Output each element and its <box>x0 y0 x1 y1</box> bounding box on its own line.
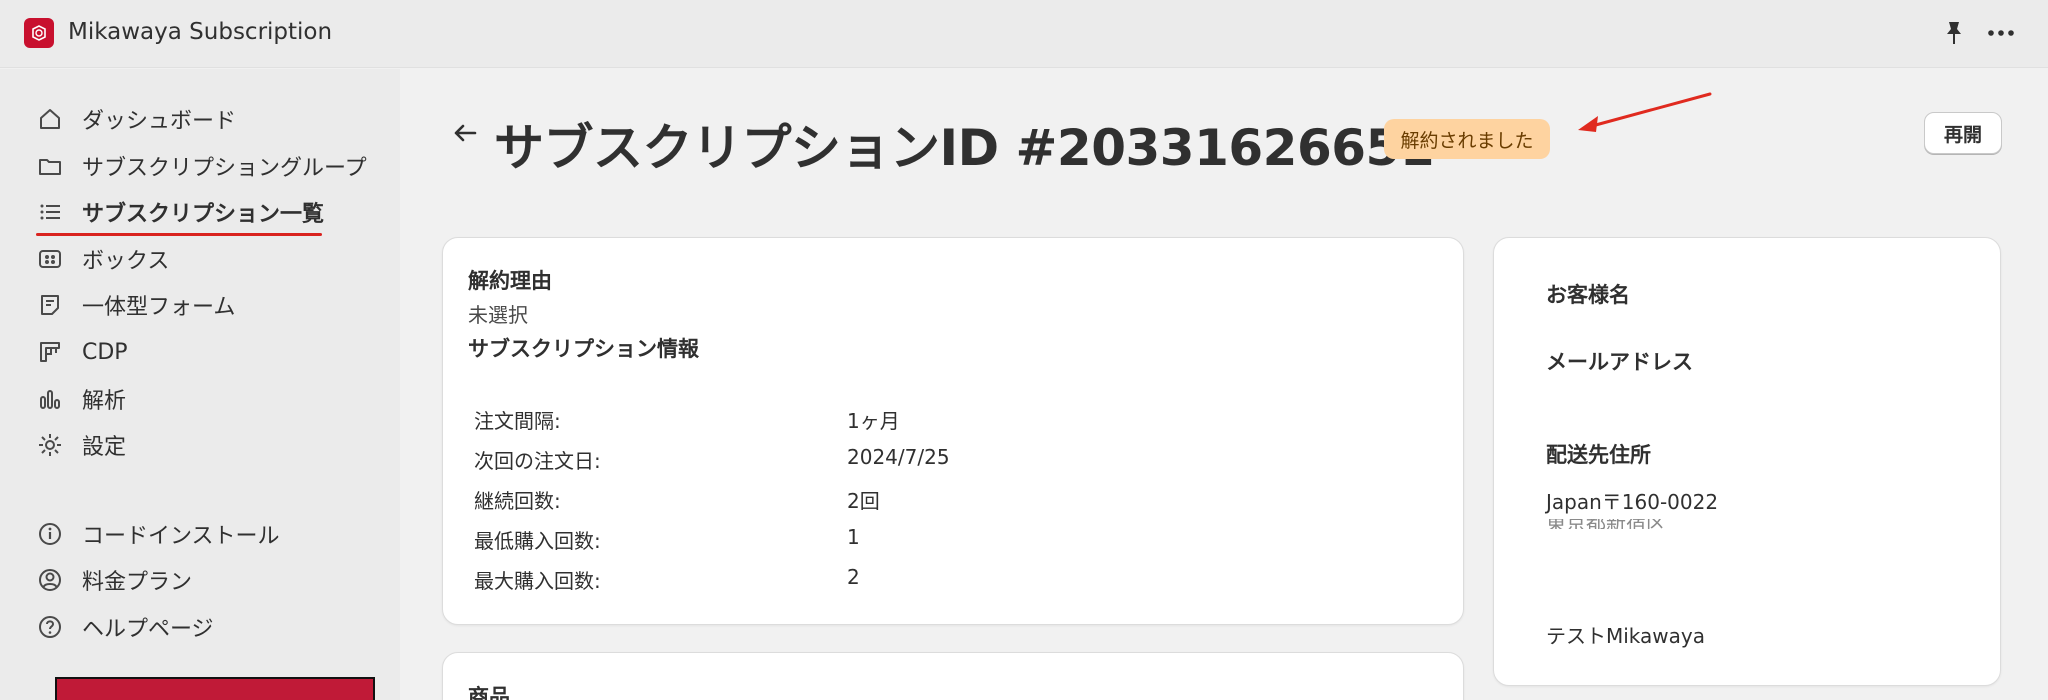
more-options-icon[interactable] <box>1986 20 2016 46</box>
detail-value: 2024/7/25 <box>847 445 950 469</box>
detail-value: 1 <box>847 525 860 549</box>
sidebar-item-analytics[interactable]: 解析 <box>36 379 126 419</box>
address-line-2-cropped: 東京都新宿区 <box>1546 519 1726 529</box>
sidebar-item-subscription-list[interactable]: サブスクリプション一覧 <box>36 192 324 232</box>
top-bar: Mikawaya Subscription <box>0 0 2048 68</box>
annotation-arrow-icon <box>1578 92 1712 132</box>
home-icon <box>36 105 64 133</box>
sidebar-item-form[interactable]: 一体型フォーム <box>36 285 235 325</box>
sidebar-item-box[interactable]: ボックス <box>36 239 169 279</box>
sidebar-item-label: サブスクリプショングループ <box>82 156 367 181</box>
gear-icon <box>36 431 64 459</box>
person-circle-icon <box>36 566 64 594</box>
detail-value: 2 <box>847 565 860 589</box>
sidebar-item-label: サブスクリプション一覧 <box>82 202 325 227</box>
product-heading: 商品 <box>468 685 510 700</box>
info-icon <box>36 520 64 548</box>
address-line-1: Japan〒160-0022 <box>1546 490 1719 514</box>
subscription-info-card: 解約理由 未選択 サブスクリプション情報 注文間隔: 1ヶ月 次回の注文日: 2… <box>442 237 1464 625</box>
active-nav-underline <box>36 233 322 236</box>
back-arrow-icon[interactable] <box>450 118 480 148</box>
app-logo-icon <box>24 18 54 48</box>
product-card: 商品 <box>442 652 1464 700</box>
subscription-info-heading: サブスクリプション情報 <box>468 337 699 361</box>
detail-label: 次回の注文日: <box>474 449 601 473</box>
pin-icon[interactable] <box>1942 20 1966 46</box>
customer-name-value: テストMikawaya <box>1546 624 1706 648</box>
bar-chart-icon <box>36 385 64 413</box>
page-title: サブスクリプションID #20331626651 <box>494 119 1435 177</box>
sidebar-item-code-install[interactable]: コードインストール <box>36 514 280 554</box>
sidebar-item-settings[interactable]: 設定 <box>36 425 126 465</box>
customer-card: お客様名 メールアドレス 配送先住所 Japan〒160-0022 東京都新宿区… <box>1493 237 2001 686</box>
sidebar-item-subscription-groups[interactable]: サブスクリプショングループ <box>36 146 367 186</box>
cancel-reason-heading: 解約理由 <box>468 269 552 293</box>
resume-button[interactable]: 再開 <box>1924 112 2002 154</box>
list-icon <box>36 198 64 226</box>
sidebar-item-pricing-plan[interactable]: 料金プラン <box>36 560 192 600</box>
box-icon <box>36 245 64 273</box>
sidebar-item-label: 解析 <box>82 389 127 414</box>
detail-value: 2回 <box>847 489 880 513</box>
sidebar-item-label: 設定 <box>82 435 127 460</box>
address-heading: 配送先住所 <box>1546 443 1651 467</box>
sidebar-promo-banner[interactable] <box>55 677 375 700</box>
sidebar-item-label: 料金プラン <box>82 570 193 595</box>
grid-icon <box>36 338 64 366</box>
detail-label: 注文間隔: <box>474 409 561 433</box>
sidebar-item-label: CDP <box>82 339 128 365</box>
form-icon <box>36 291 64 319</box>
detail-label: 最大購入回数: <box>474 569 601 593</box>
app-title: Mikawaya Subscription <box>68 19 333 45</box>
status-badge: 解約されました <box>1384 119 1550 159</box>
sidebar-item-label: コードインストール <box>82 524 280 549</box>
cancel-reason-value: 未選択 <box>468 303 528 327</box>
sidebar-item-help[interactable]: ヘルプページ <box>36 607 214 647</box>
folder-icon <box>36 152 64 180</box>
sidebar-item-dashboard[interactable]: ダッシュボード <box>36 99 236 139</box>
detail-value: 1ヶ月 <box>847 409 900 433</box>
sidebar-item-label: ダッシュボード <box>82 109 237 134</box>
help-icon <box>36 613 64 641</box>
sidebar-item-label: ボックス <box>82 249 170 274</box>
detail-label: 最低購入回数: <box>474 529 601 553</box>
sidebar-item-cdp[interactable]: CDP <box>36 332 128 372</box>
customer-name-heading: お客様名 <box>1546 283 1630 307</box>
sidebar-item-label: ヘルプページ <box>82 617 214 642</box>
email-heading: メールアドレス <box>1546 350 1693 374</box>
sidebar: ダッシュボード サブスクリプショングループ サブスクリプション一覧 ボックス 一… <box>0 69 400 700</box>
detail-label: 継続回数: <box>474 489 561 513</box>
sidebar-item-label: 一体型フォーム <box>82 295 236 320</box>
